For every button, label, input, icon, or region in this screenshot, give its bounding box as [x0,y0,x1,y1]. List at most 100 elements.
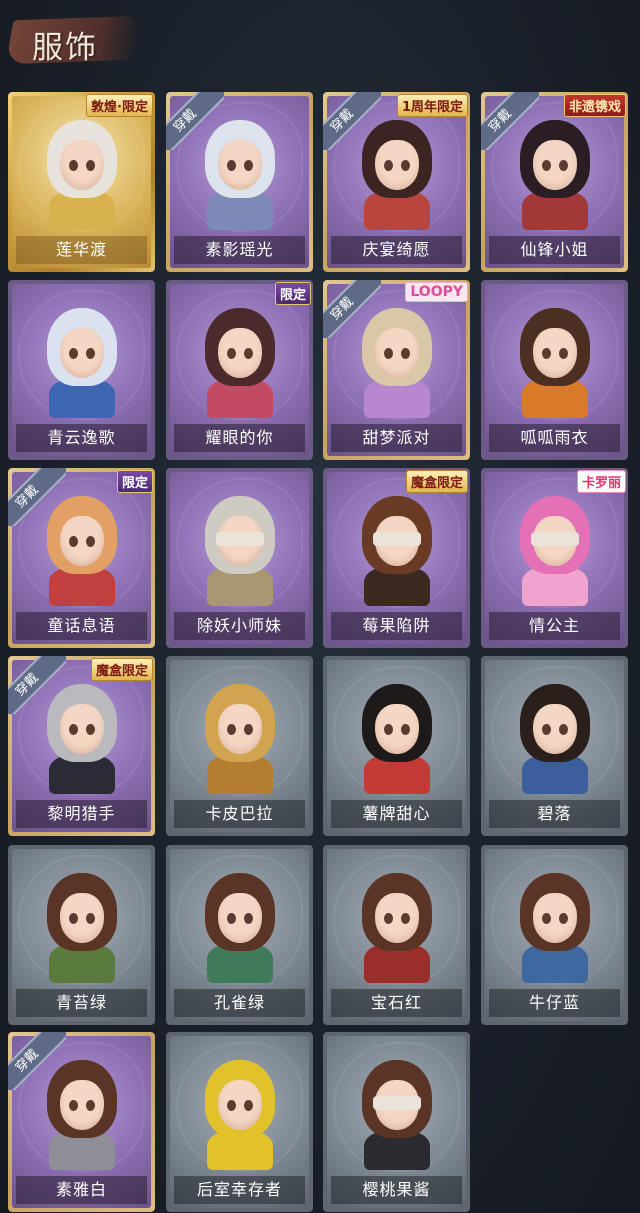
portrait-eye [243,348,253,359]
portrait-eye [243,724,253,735]
portrait-eye [243,160,253,171]
costume-card[interactable]: 仙锋小姐 穿戴 非遗镌戏 [481,92,628,272]
character-portrait [199,302,281,418]
character-portrait [514,867,596,983]
costume-grid: 莲华渡 敦煌·限定 素影瑶光 穿戴 庆宴绮愿 穿戴 1周年限定 仙锋小姐 穿戴 非遗镌戏 青云逸歌耀… [0,0,640,1213]
portrait-face [59,704,104,754]
costume-name: 卡皮巴拉 [174,800,305,828]
costume-card[interactable]: 薯牌甜心 [323,656,470,836]
worn-badge: 穿戴 [323,280,381,338]
portrait-face [59,893,104,943]
costume-name: 莓果陷阱 [331,612,462,640]
limited-tag: 卡罗丽 [576,470,626,493]
portrait-face [532,140,577,190]
character-portrait [514,678,596,794]
costume-name: 孔雀绿 [174,989,305,1017]
costume-card[interactable]: 童话息语 穿戴 限定 [8,468,155,648]
costume-card[interactable]: 莓果陷阱 魔盒限定 [323,468,470,648]
costume-name: 甜梦派对 [331,424,462,452]
character-portrait [356,490,438,606]
character-portrait [41,114,123,230]
portrait-eye [558,724,568,735]
limited-tag: 1周年限定 [396,94,468,117]
portrait-eye [383,724,393,735]
portrait-face [217,893,262,943]
costume-name: 牛仔蓝 [489,989,620,1017]
costume-name: 呱呱雨衣 [489,424,620,452]
costume-name: 仙锋小姐 [489,236,620,264]
portrait-eye [243,913,253,924]
costume-name: 青云逸歌 [16,424,147,452]
portrait-eye [68,913,78,924]
character-portrait [514,490,596,606]
character-portrait [514,302,596,418]
costume-card[interactable]: 情公主 卡罗丽 [481,468,628,648]
portrait-eye [226,1100,236,1111]
costume-name: 耀眼的你 [174,424,305,452]
portrait-eye [400,348,410,359]
portrait-eye [226,913,236,924]
worn-badge: 穿戴 [323,92,381,150]
portrait-face [532,893,577,943]
costume-card[interactable]: 青苔绿 [8,845,155,1025]
costume-name: 庆宴绮愿 [331,236,462,264]
portrait-eye [85,160,95,171]
costume-card[interactable]: 卡皮巴拉 [166,656,313,836]
portrait-eye [558,160,568,171]
costume-name: 碧落 [489,800,620,828]
portrait-eye [541,160,551,171]
costume-card[interactable]: 碧落 [481,656,628,836]
worn-badge: 穿戴 [8,468,66,526]
costume-card[interactable]: 后室幸存者 [166,1032,313,1212]
character-portrait [356,1054,438,1170]
costume-name: 素雅白 [16,1176,147,1204]
costume-card[interactable]: 青云逸歌 [8,280,155,460]
costume-card[interactable]: 呱呱雨衣 [481,280,628,460]
portrait-eye [541,724,551,735]
portrait-eye [383,913,393,924]
costume-name: 薯牌甜心 [331,800,462,828]
worn-badge: 穿戴 [481,92,539,150]
limited-tag: 非遗镌戏 [563,94,626,117]
costume-card[interactable]: 除妖小师妹 [166,468,313,648]
costume-name: 青苔绿 [16,989,147,1017]
costume-name: 后室幸存者 [174,1176,305,1204]
limited-tag: 魔盒限定 [405,470,468,493]
portrait-face [59,328,104,378]
portrait-face [59,516,104,566]
limited-tag: LOOPY [405,282,468,302]
costume-card[interactable]: 黎明猎手 穿戴 魔盒限定 [8,656,155,836]
character-portrait [199,867,281,983]
portrait-blindfold [372,532,421,546]
character-portrait [356,678,438,794]
costume-card[interactable]: 樱桃果酱 [323,1032,470,1212]
costume-card[interactable]: 孔雀绿 [166,845,313,1025]
portrait-eye [68,724,78,735]
costume-card[interactable]: 甜梦派对 穿戴 LOOPY [323,280,470,460]
worn-badge: 穿戴 [8,656,66,714]
costume-card[interactable]: 宝石红 [323,845,470,1025]
portrait-eye [68,348,78,359]
portrait-eye [68,1100,78,1111]
costume-card[interactable]: 牛仔蓝 [481,845,628,1025]
costume-card[interactable]: 素雅白 穿戴 [8,1032,155,1212]
portrait-face [532,704,577,754]
costume-card[interactable]: 莲华渡 敦煌·限定 [8,92,155,272]
costume-card[interactable]: 庆宴绮愿 穿戴 1周年限定 [323,92,470,272]
portrait-eye [68,160,78,171]
costume-card[interactable]: 素影瑶光 穿戴 [166,92,313,272]
portrait-eye [85,536,95,547]
portrait-face [217,328,262,378]
costume-card[interactable]: 耀眼的你 限定 [166,280,313,460]
portrait-eye [85,913,95,924]
portrait-eye [400,160,410,171]
worn-badge: 穿戴 [166,92,224,150]
portrait-face [59,1080,104,1130]
character-portrait [199,678,281,794]
portrait-eye [85,348,95,359]
costume-name: 除妖小师妹 [174,612,305,640]
costume-name: 情公主 [489,612,620,640]
portrait-eye [558,348,568,359]
portrait-face [217,140,262,190]
portrait-eye [85,1100,95,1111]
